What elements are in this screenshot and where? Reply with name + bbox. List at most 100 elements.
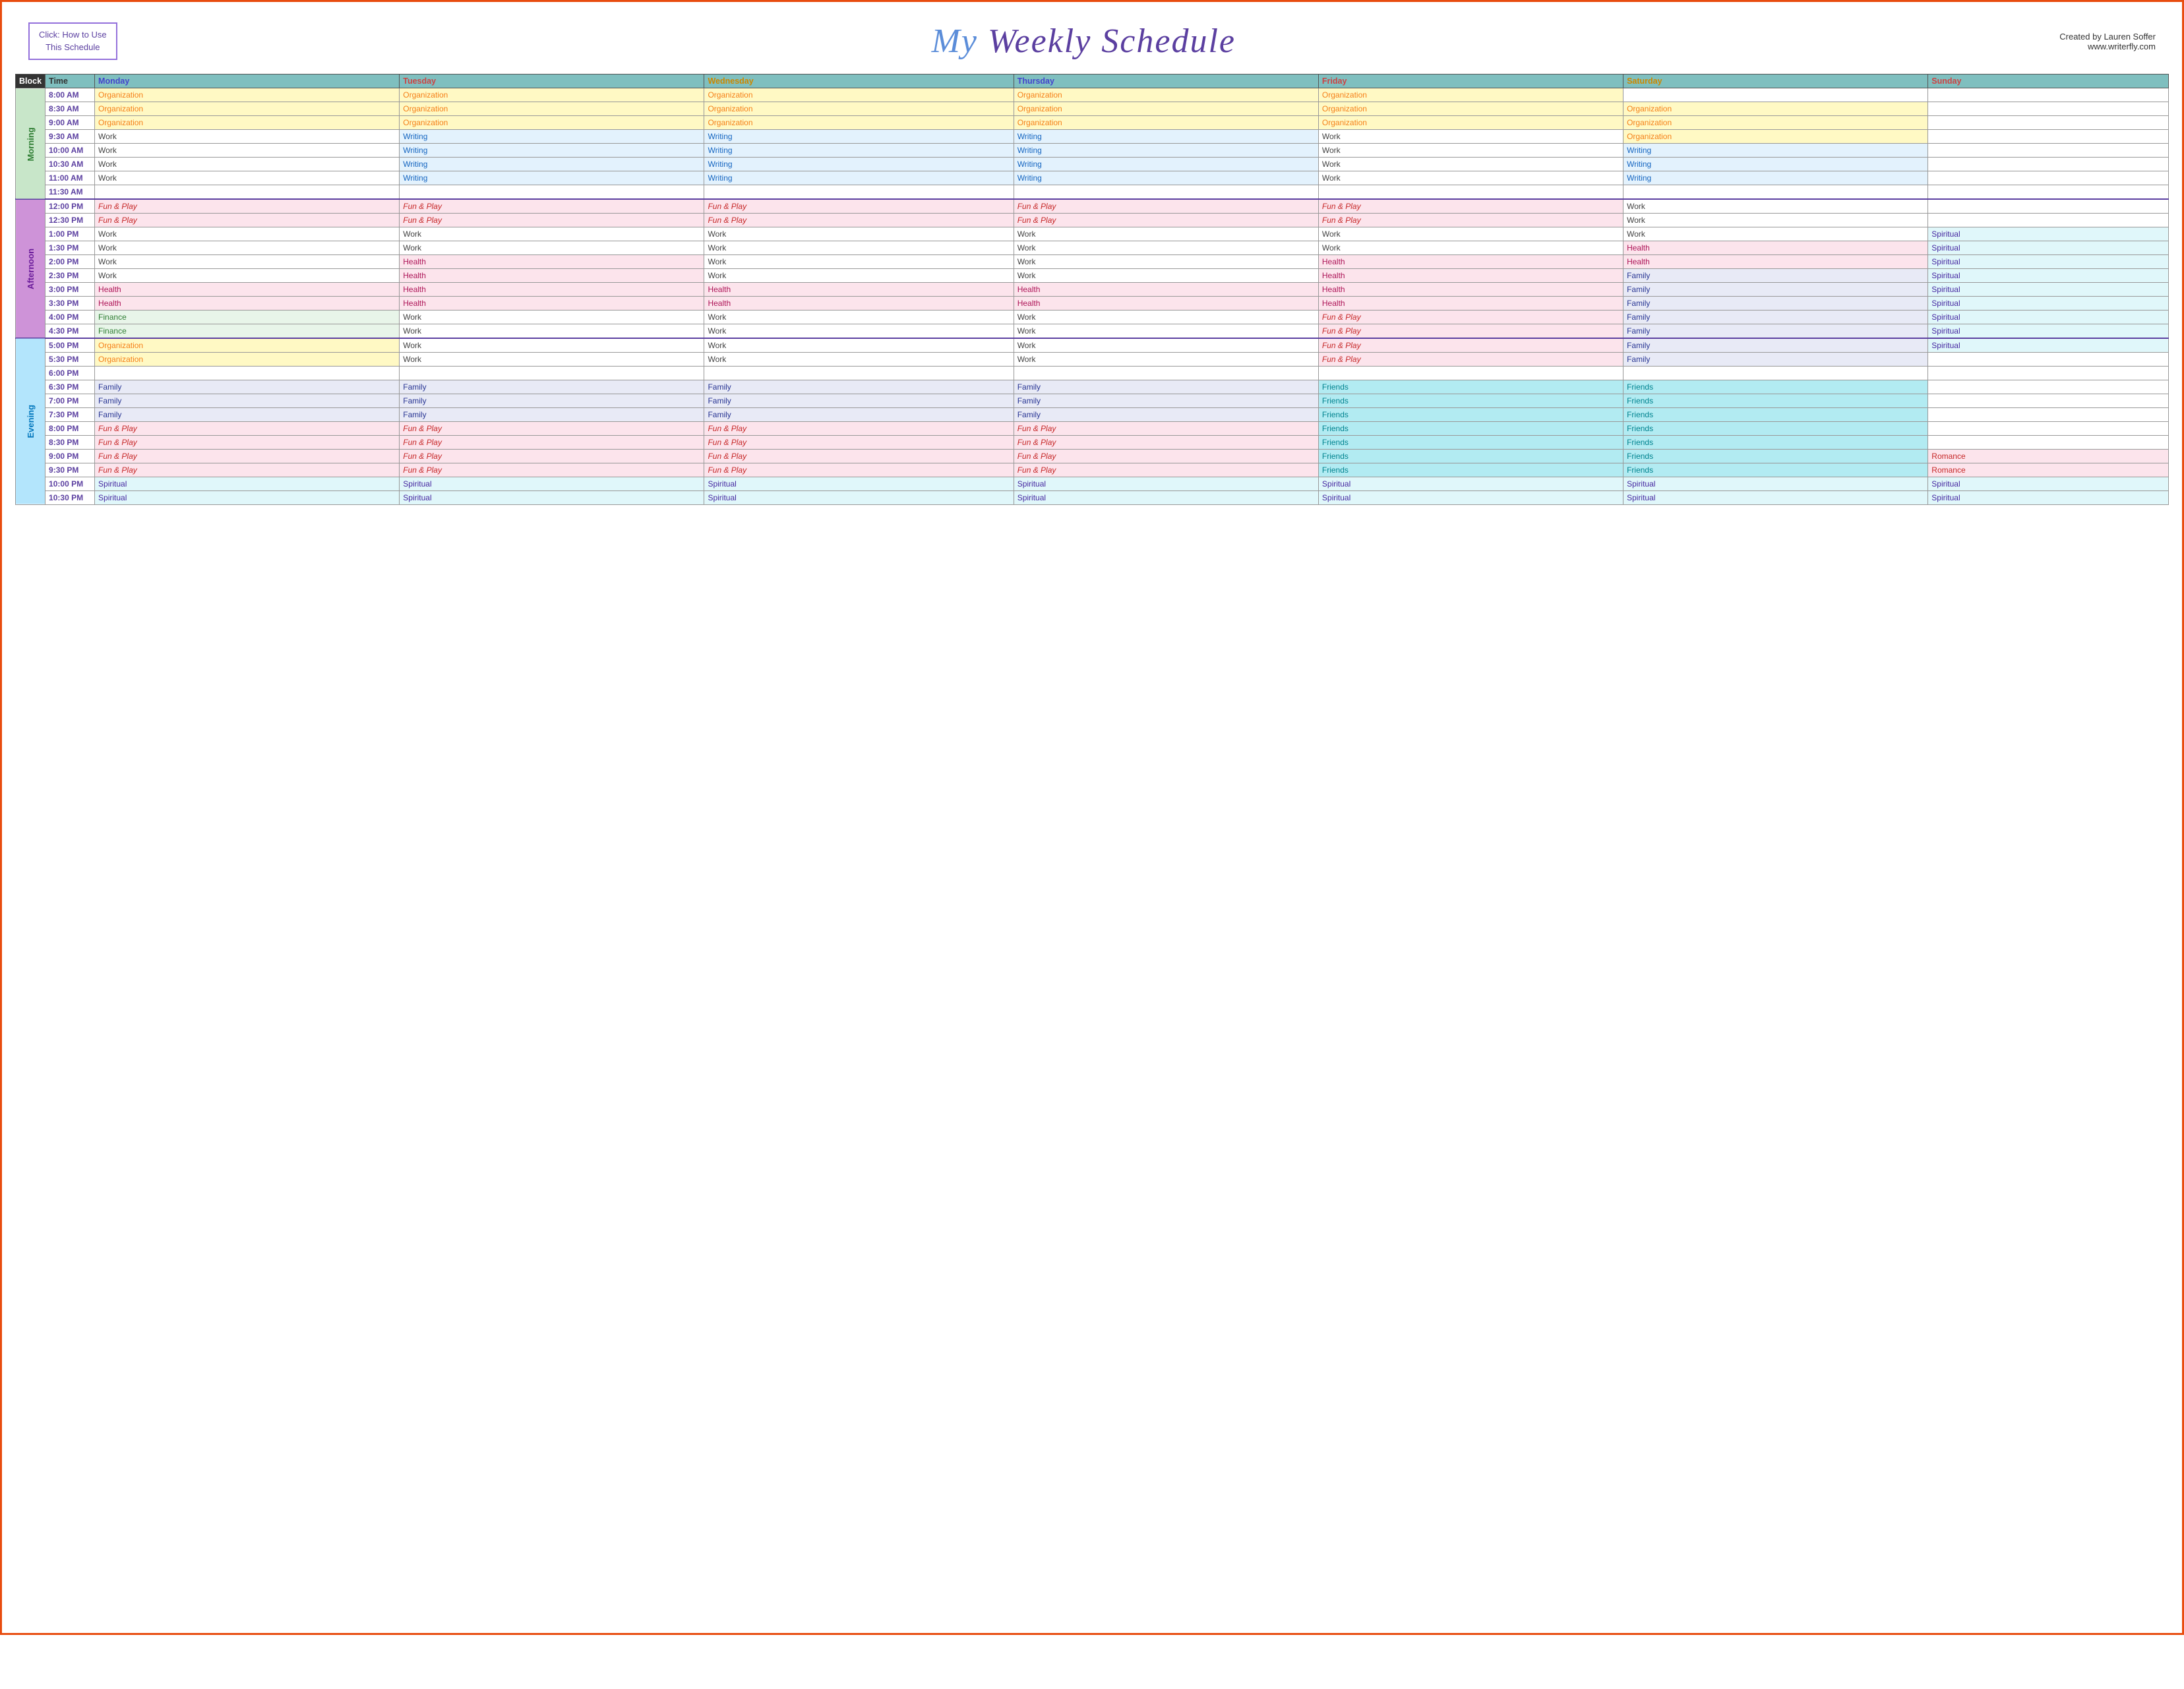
activity-cell: Work (95, 171, 400, 185)
time-cell: 10:00 PM (46, 477, 95, 491)
activity-label: Fun & Play (708, 452, 746, 461)
activity-label: Work (98, 229, 117, 239)
activity-label: Spiritual (708, 493, 736, 502)
activity-cell: Family (1014, 408, 1318, 422)
page-title: My Weekly Schedule (117, 22, 2050, 61)
table-row: 11:30 AM (16, 185, 2169, 200)
activity-label: Organization (403, 104, 448, 113)
time-cell: 10:30 PM (46, 491, 95, 505)
activity-label: Work (708, 271, 726, 280)
activity-label: Spiritual (1627, 493, 1655, 502)
activity-cell: Work (1014, 269, 1318, 283)
activity-cell: Health (704, 297, 1014, 311)
activity-cell (1928, 380, 2169, 394)
time-cell: 11:00 AM (46, 171, 95, 185)
activity-cell: Work (1318, 158, 1623, 171)
how-to-line2: This Schedule (46, 42, 100, 52)
time-cell: 1:00 PM (46, 227, 95, 241)
time-cell: 10:00 AM (46, 144, 95, 158)
activity-label: Friends (1627, 396, 1653, 405)
activity-cell: Work (704, 241, 1014, 255)
table-row: 10:30 PM Spiritual Spiritual Spiritual Spiri… (16, 491, 2169, 505)
activity-label: Writing (1627, 146, 1651, 155)
activity-label: Health (1627, 257, 1650, 266)
title-my: My (932, 22, 978, 60)
activity-label: Spiritual (1017, 493, 1046, 502)
activity-label: Fun & Play (1017, 202, 1056, 211)
activity-label: Fun & Play (1322, 326, 1361, 336)
activity-cell: Family (95, 408, 400, 422)
table-row: 6:00 PM (16, 367, 2169, 380)
header-row: Block Time Monday Tuesday Wednesday Thur… (16, 74, 2169, 88)
activity-label: Work (1322, 173, 1341, 183)
activity-label: Organization (1017, 104, 1062, 113)
time-cell: 3:30 PM (46, 297, 95, 311)
activity-cell (1623, 185, 1928, 200)
time-cell: 7:00 PM (46, 394, 95, 408)
activity-cell: Work (400, 338, 704, 353)
activity-cell: Work (95, 269, 400, 283)
activity-label: Work (1017, 257, 1036, 266)
how-to-button[interactable]: Click: How to Use This Schedule (28, 22, 117, 59)
activity-cell (400, 367, 704, 380)
activity-label: Spiritual (1931, 479, 1960, 489)
activity-label: Work (1017, 312, 1036, 322)
activity-cell: Fun & Play (1014, 436, 1318, 450)
activity-cell: Family (1623, 338, 1928, 353)
activity-label: Writing (403, 146, 427, 155)
activity-label: Health (1627, 243, 1650, 252)
activity-cell: Friends (1623, 436, 1928, 450)
activity-label: Spiritual (1931, 312, 1960, 322)
activity-label: Writing (708, 146, 732, 155)
activity-cell: Finance (95, 324, 400, 339)
activity-cell: Health (704, 283, 1014, 297)
activity-cell (1928, 102, 2169, 116)
activity-label: Work (1017, 243, 1036, 252)
activity-label: Family (708, 410, 731, 419)
activity-label: Fun & Play (708, 202, 746, 211)
activity-cell: Health (1014, 283, 1318, 297)
activity-label: Organization (708, 90, 752, 100)
activity-label: Fun & Play (98, 452, 137, 461)
header-monday: Monday (95, 74, 400, 88)
activity-label: Health (1017, 299, 1041, 308)
time-cell: 3:00 PM (46, 283, 95, 297)
activity-label: Work (1017, 229, 1036, 239)
time-cell: 6:30 PM (46, 380, 95, 394)
header-wednesday: Wednesday (704, 74, 1014, 88)
activity-cell: Organization (95, 353, 400, 367)
activity-label: Finance (98, 326, 127, 336)
table-row: 3:30 PMHealthHealthHealthHealthHealthFam… (16, 297, 2169, 311)
activity-cell (1623, 88, 1928, 102)
activity-cell: Friends (1318, 436, 1623, 450)
activity-label: Spiritual (1931, 493, 1960, 502)
activity-label: Writing (708, 132, 732, 141)
activity-cell: Organization (400, 102, 704, 116)
activity-cell: Friends (1623, 450, 1928, 463)
activity-cell: Fun & Play (1014, 463, 1318, 477)
table-row: 7:30 PMFamilyFamilyFamilyFamilyFriendsFr… (16, 408, 2169, 422)
activity-cell: Health (1318, 269, 1623, 283)
time-cell: 7:30 PM (46, 408, 95, 422)
activity-label: Fun & Play (98, 202, 137, 211)
activity-cell: Romance (1928, 450, 2169, 463)
activity-cell: Organization (95, 102, 400, 116)
header-sunday: Sunday (1928, 74, 2169, 88)
activity-cell: Spiritual (400, 477, 704, 491)
table-row: 1:30 PMWorkWorkWorkWorkWorkHealthSpiritu… (16, 241, 2169, 255)
activity-label: Family (403, 382, 426, 392)
activity-cell (1928, 394, 2169, 408)
creator-info: Created by Lauren Soffer www.writerfly.c… (2050, 32, 2156, 51)
activity-cell: Romance (1928, 463, 2169, 477)
creator-name: Created by Lauren Soffer (2059, 32, 2156, 42)
activity-cell: Work (1014, 255, 1318, 269)
table-row: 10:00 AMWorkWritingWritingWritingWorkWri… (16, 144, 2169, 158)
activity-cell: Family (1014, 380, 1318, 394)
activity-cell (1928, 116, 2169, 130)
activity-cell (1928, 130, 2169, 144)
time-cell: 8:30 PM (46, 436, 95, 450)
activity-cell: Health (95, 283, 400, 297)
activity-cell: Spiritual (704, 491, 1014, 505)
table-row: 9:00 AMOrganizationOrganizationOrganizat… (16, 116, 2169, 130)
activity-cell: Writing (704, 144, 1014, 158)
